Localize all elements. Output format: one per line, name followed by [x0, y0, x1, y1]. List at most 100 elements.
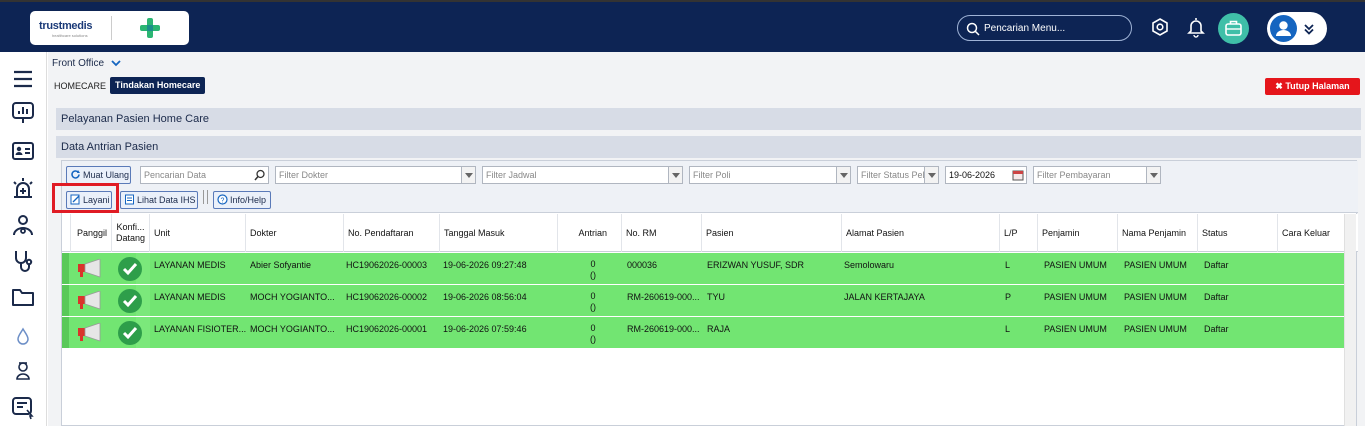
vertical-scrollbar[interactable] [1344, 214, 1356, 426]
column-antrian[interactable]: Antrian [558, 214, 622, 252]
cell-dokter: Abier Sofyantie [250, 260, 312, 270]
cell-antrian-extra: () [590, 334, 596, 344]
lihat-data-ihs-label: Lihat Data IHS [137, 195, 196, 205]
module-selector[interactable]: Front Office [52, 58, 104, 69]
cell-pasien: TYU [707, 292, 725, 302]
toolbar-divider [203, 190, 204, 204]
column-no-rm[interactable]: No. RM [622, 214, 702, 252]
dashboard-icon[interactable] [10, 100, 36, 126]
column-lp[interactable]: L/P [1000, 214, 1038, 252]
queue-grid: Muat Ulang Pencarian Data Filter Dokter … [52, 160, 1358, 426]
filter-poli-select[interactable]: Filter Poli [689, 166, 851, 184]
filter-status-select[interactable]: Filter Status Pel [857, 166, 939, 184]
column-unit[interactable]: Unit [150, 214, 246, 252]
dropdown-arrow-icon[interactable] [461, 167, 475, 183]
drop-icon[interactable] [10, 324, 36, 350]
date-filter-input[interactable]: 19-06-2026 [945, 166, 1027, 184]
grid-toolbar: Muat Ulang Pencarian Data Filter Dokter … [52, 161, 1358, 213]
cell-antrian-extra: () [590, 302, 596, 312]
menu-search[interactable]: Pencarian Menu... [957, 15, 1132, 41]
cell-lp: L [1005, 260, 1011, 270]
row-indicator-header [62, 214, 71, 252]
column-panggil[interactable]: Panggil [71, 214, 112, 252]
cell-alamat: JALAN KERTAJAYA [844, 292, 925, 302]
cell-tanggal-masuk: 19-06-2026 09:27:48 [443, 260, 527, 270]
lihat-data-ihs-button[interactable]: Lihat Data IHS [120, 191, 198, 209]
user-icon [1276, 21, 1291, 36]
notification-bell-icon[interactable] [1185, 16, 1207, 38]
filter-jadwal-select[interactable]: Filter Jadwal [482, 166, 683, 184]
column-konfirmasi[interactable]: Konfi... Datang [112, 214, 150, 252]
stethoscope-icon[interactable] [10, 248, 36, 274]
check-circle-icon[interactable] [118, 257, 142, 281]
nurse-icon[interactable] [10, 358, 36, 384]
column-no-pendaftaran[interactable]: No. Pendaftaran [344, 214, 440, 252]
emergency-icon[interactable] [10, 176, 36, 202]
column-cara-keluar[interactable]: Cara Keluar [1278, 214, 1345, 252]
info-help-label: Info/Help [230, 195, 267, 205]
search-icon[interactable] [254, 169, 266, 181]
cell-antrian: 0() [578, 259, 608, 281]
column-dokter[interactable]: Dokter [246, 214, 344, 252]
cell-pasien: ERIZWAN YUSUF, SDR [707, 260, 805, 270]
check-circle-icon[interactable] [118, 321, 142, 345]
column-pasien[interactable]: Pasien [702, 214, 842, 252]
chevron-down-icon[interactable] [111, 59, 121, 67]
avatar [1270, 15, 1297, 42]
cell-nama-penjamin: PASIEN UMUM [1124, 292, 1187, 302]
dropdown-arrow-icon[interactable] [668, 167, 682, 183]
megaphone-icon[interactable] [76, 323, 104, 343]
menu-icon[interactable] [10, 66, 36, 92]
cell-status: Daftar [1204, 260, 1229, 270]
brand-logo[interactable]: trustmedis healthcare solutions [30, 11, 189, 45]
megaphone-icon[interactable] [76, 291, 104, 311]
calendar-icon[interactable] [1012, 169, 1024, 181]
row-indicator [62, 285, 69, 316]
cell-antrian: 0() [578, 291, 608, 313]
settings-icon[interactable] [1149, 16, 1171, 38]
menu-search-placeholder: Pencarian Menu... [984, 23, 1066, 34]
briefcase-button[interactable] [1218, 13, 1249, 44]
table-row[interactable]: LAYANAN MEDIS MOCH YOGIANTO... HC1906202… [62, 285, 1345, 317]
breadcrumb-root[interactable]: HOMECARE [54, 81, 106, 91]
close-page-button[interactable]: ✖ Tutup Halaman [1265, 78, 1360, 95]
filter-dokter-select[interactable]: Filter Dokter [275, 166, 476, 184]
column-alamat[interactable]: Alamat Pasien [842, 214, 1000, 252]
dropdown-arrow-icon[interactable] [836, 167, 850, 183]
data-search-input[interactable]: Pencarian Data [140, 166, 269, 184]
cell-nama-penjamin: PASIEN UMUM [1124, 260, 1187, 270]
stethoscope-user-icon[interactable] [10, 213, 36, 239]
column-tanggal-masuk[interactable]: Tanggal Masuk [440, 214, 558, 252]
column-konfirmasi-line1: Konfi... [116, 222, 145, 232]
table-row[interactable]: LAYANAN MEDIS Abier Sofyantie HC19062026… [62, 253, 1345, 285]
column-penjamin[interactable]: Penjamin [1038, 214, 1118, 252]
info-help-button[interactable]: ? Info/Help [213, 191, 271, 209]
cell-tanggal-masuk: 19-06-2026 07:59:46 [443, 324, 527, 334]
column-nama-penjamin[interactable]: Nama Penjamin [1118, 214, 1198, 252]
filter-status-placeholder: Filter Status Pel [861, 170, 925, 180]
row-indicator [62, 253, 69, 284]
filter-pembayaran-select[interactable]: Filter Pembayaran [1033, 166, 1161, 184]
filter-dokter-placeholder: Filter Dokter [279, 170, 329, 180]
filter-jadwal-placeholder: Filter Jadwal [486, 170, 537, 180]
report-icon[interactable] [10, 395, 36, 421]
dropdown-arrow-icon[interactable] [924, 167, 938, 183]
reload-label: Muat Ulang [83, 170, 130, 180]
table-row[interactable]: LAYANAN FISIOTER... MOCH YOGIANTO... HC1… [62, 317, 1345, 349]
breadcrumb-active-tab[interactable]: Tindakan Homecare [110, 77, 206, 94]
check-circle-icon[interactable] [118, 289, 142, 313]
id-card-icon[interactable] [10, 138, 36, 164]
megaphone-icon[interactable] [76, 259, 104, 279]
list-title: Data Antrian Pasien [56, 136, 1361, 158]
column-konfirmasi-line2: Datang [115, 233, 146, 243]
cell-penjamin: PASIEN UMUM [1044, 292, 1107, 302]
cell-unit: LAYANAN MEDIS [154, 260, 226, 270]
cell-tanggal-masuk: 19-06-2026 08:56:04 [443, 292, 527, 302]
brand-tagline: healthcare solutions [52, 33, 88, 38]
user-menu[interactable] [1267, 12, 1327, 45]
folder-icon[interactable] [10, 284, 36, 310]
dropdown-arrow-icon[interactable] [1146, 167, 1160, 183]
document-icon [125, 194, 134, 205]
column-status[interactable]: Status [1198, 214, 1278, 252]
reload-button[interactable]: Muat Ulang [66, 166, 131, 184]
